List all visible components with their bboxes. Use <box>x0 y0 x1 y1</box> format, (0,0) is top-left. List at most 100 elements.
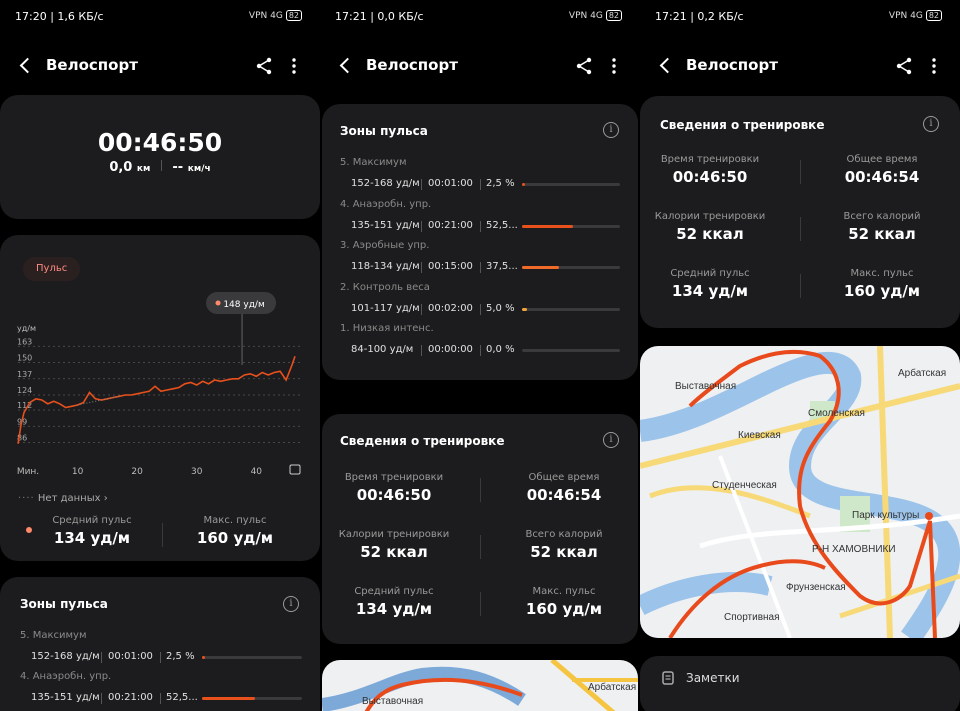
divider <box>480 262 481 273</box>
zones-card: Зоны пульса i 5. Максимум 152-168 уд/м 00:… <box>0 577 320 711</box>
workout-stat: Всего калорий 52 ккал <box>494 529 634 561</box>
map-label-sportivnaya: Спортивная <box>724 612 780 623</box>
more-icon[interactable] <box>930 56 938 76</box>
stat-value: 00:46:54 <box>844 168 920 186</box>
x-tick-label: 20 <box>131 467 143 477</box>
stat-label: Всего калорий <box>525 529 603 540</box>
zone-time: 00:15:00 <box>428 261 473 272</box>
duration: 00:46:50 <box>97 128 223 157</box>
zone-name: 5. Максимум <box>340 157 407 168</box>
divider <box>800 160 801 184</box>
more-icon[interactable] <box>610 56 618 76</box>
stat-label: Макс. пульс <box>850 268 914 279</box>
screen-2: 17:21 | 0,0 КБ/с VPN 4G 82 Велоспорт Зоны… <box>320 0 640 711</box>
zone-progress-bar <box>522 307 620 311</box>
status-time: 17:20 | 1,6 КБ/с <box>15 10 104 23</box>
zone-range: 84-100 уд/м <box>351 344 414 355</box>
zone-percent: 0,0 % <box>486 344 515 355</box>
stat-label: Средний пульс <box>670 268 750 279</box>
stat-value: 160 уд/м <box>843 282 921 300</box>
zone-range: 152-168 уд/м <box>31 651 100 662</box>
share-icon[interactable] <box>894 56 914 76</box>
status-bar: 17:21 | 0,0 КБ/с VPN 4G 82 <box>320 8 640 26</box>
zone-name: 3. Аэробные упр. <box>340 240 430 251</box>
stat-value: 160 уд/м <box>525 600 603 618</box>
avg-pulse-stat: Средний пульс 134 уд/м <box>22 515 162 547</box>
zone-progress-fill <box>202 656 205 659</box>
max-pulse-value: 160 уд/м <box>196 529 274 547</box>
page-title: Велоспорт <box>46 56 138 74</box>
max-pulse-stat: Макс. пульс 160 уд/м <box>165 515 305 547</box>
zone-percent: 37,5... <box>486 261 518 272</box>
notes-card[interactable]: Заметки <box>640 656 960 711</box>
zones-title: Зоны пульса <box>340 124 428 138</box>
divider <box>480 220 481 232</box>
divider <box>480 535 481 559</box>
no-data-link[interactable]: ···· Нет данных › <box>18 493 108 504</box>
divider <box>421 345 422 356</box>
screen-3: 17:21 | 0,2 КБ/с VPN 4G 82 Велоспорт Свед… <box>640 0 960 711</box>
heart-rate-card: Пульс уд/м 163 150 137 124 112 99 86 Мин. 10 20 30 4… <box>0 235 320 561</box>
notes-icon <box>662 671 674 685</box>
screen-1: 17:20 | 1,6 КБ/с VPN 4G 82 Велоспорт 00:4… <box>0 0 320 711</box>
max-pulse-label: Макс. пульс <box>203 515 267 526</box>
divider <box>421 303 422 315</box>
back-icon[interactable] <box>656 54 676 78</box>
map-label-vystavochnaya: Выставочная <box>362 696 424 707</box>
stat-label: Средний пульс <box>354 586 434 597</box>
zone-progress-bar <box>202 697 302 700</box>
zone-progress-fill <box>522 266 559 269</box>
more-icon[interactable] <box>290 56 298 76</box>
zone-time: 00:01:00 <box>428 178 473 189</box>
share-icon[interactable] <box>254 56 274 76</box>
tab-pulse[interactable]: Пульс <box>23 257 81 281</box>
stat-label: Калории тренировки <box>654 211 766 222</box>
status-icons: VPN 4G 82 <box>889 10 942 21</box>
zone-range: 118-134 уд/м <box>351 261 420 272</box>
top-bar: Велоспорт <box>0 50 320 82</box>
map-label-khamovniki: Р-Н ХАМОВНИКИ <box>812 544 896 555</box>
stat-value: 134 уд/м <box>671 282 749 300</box>
chart-expand-icon <box>289 464 301 475</box>
route-map[interactable]: Выставочная Арбатская <box>322 660 638 711</box>
battery-icon: 82 <box>925 10 942 21</box>
stat-value: 52 ккал <box>530 543 598 561</box>
divider <box>162 523 163 547</box>
avg-pulse-label: Средний пульс <box>52 515 132 526</box>
map-label-arbatskaya: Арбатская <box>898 368 947 379</box>
route-map[interactable]: Выставочная Арбатская Смоленская Киевска… <box>640 346 960 638</box>
battery-icon: 82 <box>285 10 302 21</box>
zone-range: 101-117 уд/м <box>351 302 420 314</box>
share-icon[interactable] <box>574 56 594 76</box>
divider <box>800 274 801 298</box>
battery-icon: 82 <box>605 10 622 21</box>
stat-value: 52 ккал <box>848 225 916 243</box>
y-axis-unit: уд/м <box>17 324 36 333</box>
x-tick-label: 30 <box>191 467 203 477</box>
info-icon[interactable]: i <box>603 122 619 138</box>
divider <box>480 345 481 356</box>
heart-rate-chart: уд/м1631501371241129986Мин. 10 20 30 40148 у… <box>17 292 301 477</box>
status-icons: VPN 4G 82 <box>249 10 302 21</box>
zone-name: 2. Контроль веса <box>340 281 430 293</box>
zones-title: Зоны пульса <box>20 597 108 611</box>
stat-value: 00:46:54 <box>526 486 602 504</box>
back-icon[interactable] <box>16 54 36 78</box>
info-icon[interactable]: i <box>603 432 619 448</box>
zone-progress-bar <box>522 183 620 186</box>
map-label-studencheskaya: Студенческая <box>712 480 777 491</box>
zone-name: 4. Анаэробн. упр. <box>340 198 432 210</box>
distance-value: 0,0 <box>109 160 133 175</box>
workout-title: Сведения о тренировке <box>340 434 505 448</box>
back-icon[interactable] <box>336 54 356 78</box>
info-icon[interactable]: i <box>283 596 299 612</box>
divider <box>800 217 801 241</box>
workout-stat: Всего калорий 52 ккал <box>812 211 952 243</box>
workout-stat: Время тренировки 00:46:50 <box>324 472 464 504</box>
page-title: Велоспорт <box>686 56 778 74</box>
zone-percent: 52,5... <box>486 219 518 231</box>
tooltip-dot <box>215 300 221 306</box>
zone-progress-fill <box>522 307 527 311</box>
info-icon[interactable]: i <box>923 116 939 132</box>
top-bar: Велоспорт <box>640 50 960 82</box>
